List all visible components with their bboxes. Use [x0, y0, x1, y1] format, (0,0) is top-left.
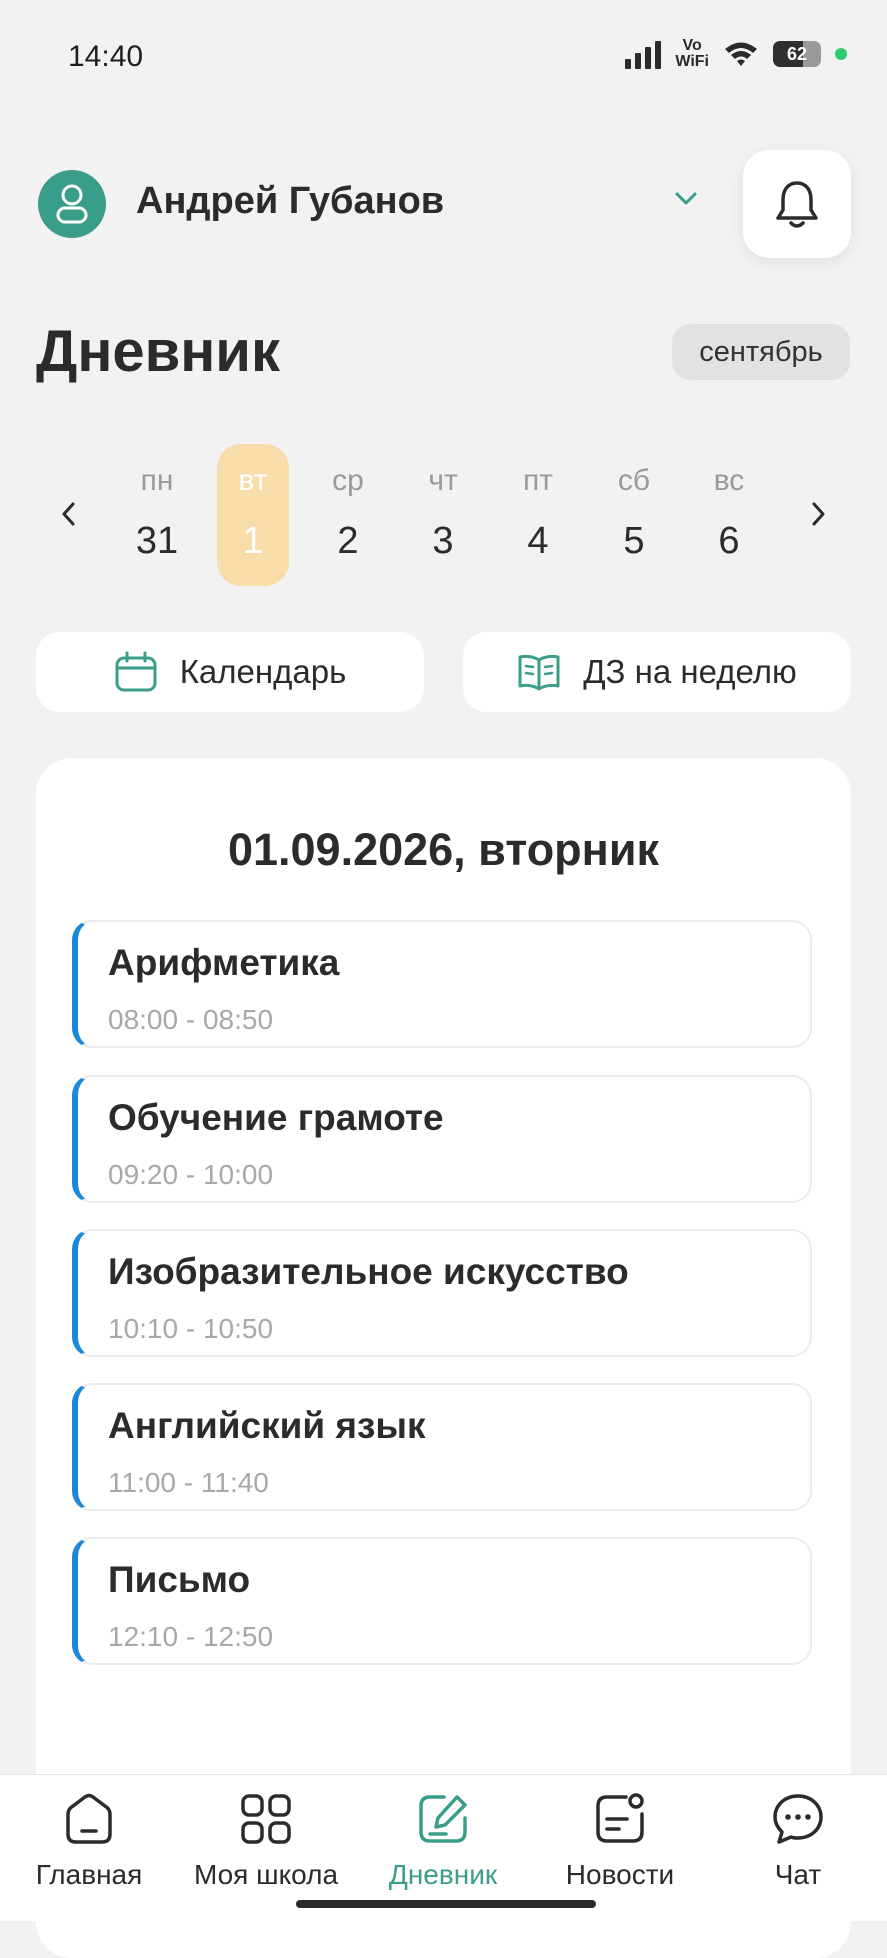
day-number: 2: [337, 520, 359, 562]
lesson-time: 09:20 - 10:00: [108, 1159, 274, 1190]
day-of-week: сб: [617, 464, 651, 497]
lesson-title: Письмо: [108, 1559, 251, 1600]
calendar-button[interactable]: Календарь: [36, 632, 424, 712]
chevron-down-icon[interactable]: [672, 184, 700, 212]
privacy-indicator-icon: [835, 48, 847, 60]
nav-label: Дневник: [388, 1859, 498, 1890]
day-of-week: пн: [140, 464, 174, 497]
next-week-button[interactable]: [799, 494, 839, 534]
calendar-button-label: Календарь: [179, 653, 347, 690]
lesson-title: Арифметика: [108, 942, 340, 983]
lesson-item[interactable]: Английский язык 11:00 - 11:40: [72, 1383, 812, 1511]
vowifi-icon: Vo WiFi: [675, 38, 709, 70]
bottom-nav: Главная Моя школа Дневник Новости Чат: [0, 1774, 887, 1921]
day-number: 6: [718, 520, 740, 562]
lesson-title: Изобразительное искусство: [108, 1251, 629, 1292]
news-icon: [596, 1793, 644, 1843]
day-number: 1: [242, 520, 264, 562]
lesson-item[interactable]: Обучение грамоте 09:20 - 10:00: [72, 1075, 812, 1203]
battery-icon: 62: [773, 41, 821, 67]
status-time: 14:40: [68, 40, 144, 73]
notifications-button[interactable]: [743, 150, 851, 258]
user-icon: [56, 184, 88, 224]
day-of-week: вс: [713, 464, 745, 497]
day-wed[interactable]: ср 2: [312, 444, 384, 586]
nav-label: Новости: [565, 1859, 675, 1890]
day-mon[interactable]: пн 31: [121, 444, 193, 586]
day-number: 4: [527, 520, 549, 562]
lesson-time: 08:00 - 08:50: [108, 1004, 274, 1035]
diary-icon: [419, 1795, 467, 1843]
lesson-title: Английский язык: [108, 1405, 426, 1446]
header: Андрей Губанов: [36, 150, 851, 260]
status-bar: 14:40 Vo WiFi 62: [0, 0, 887, 110]
lesson-time: 12:10 - 12:50: [108, 1621, 274, 1652]
user-name[interactable]: Андрей Губанов: [136, 180, 444, 223]
lesson-time: 10:10 - 10:50: [108, 1313, 274, 1344]
nav-item-my-school[interactable]: Моя школа: [181, 1789, 351, 1891]
lesson-time: 11:00 - 11:40: [108, 1467, 269, 1498]
avatar[interactable]: [38, 170, 106, 238]
lesson-item[interactable]: Изобразительное искусство 10:10 - 10:50: [72, 1229, 812, 1357]
vowifi-label-bottom: WiFi: [675, 53, 709, 70]
signal-icon: [625, 39, 662, 69]
day-of-week: пт: [523, 464, 553, 497]
nav-item-news[interactable]: Новости: [535, 1789, 705, 1891]
nav-item-diary[interactable]: Дневник: [358, 1789, 528, 1891]
weekly-homework-button[interactable]: ДЗ на неделю: [463, 632, 851, 712]
nav-label: Главная: [35, 1859, 143, 1890]
calendar-icon: [115, 651, 157, 692]
chevron-left-icon: [62, 502, 75, 526]
lesson-item[interactable]: Арифметика 08:00 - 08:50: [72, 920, 812, 1048]
day-number: 3: [432, 520, 454, 562]
day-sun[interactable]: вс 6: [693, 444, 765, 586]
nav-item-chat[interactable]: Чат: [713, 1789, 883, 1891]
nav-item-home[interactable]: Главная: [4, 1789, 174, 1891]
lesson-title: Обучение грамоте: [108, 1097, 444, 1138]
lesson-item[interactable]: Письмо 12:10 - 12:50: [72, 1537, 812, 1665]
day-sat[interactable]: сб 5: [598, 444, 670, 586]
day-of-week: ср: [332, 464, 364, 497]
schedule-date: 01.09.2026, вторник: [227, 824, 660, 875]
weekly-homework-label: ДЗ на неделю: [583, 653, 797, 690]
open-book-icon: [518, 654, 560, 691]
bell-icon: [776, 181, 818, 228]
day-of-week: вт: [238, 464, 268, 497]
day-thu[interactable]: чт 3: [407, 444, 479, 586]
day-number: 5: [623, 520, 645, 562]
nav-label: Моя школа: [193, 1859, 339, 1890]
nav-label: Чат: [774, 1859, 822, 1890]
day-of-week: чт: [428, 464, 458, 497]
month-selector[interactable]: сентябрь: [672, 324, 850, 380]
day-tue[interactable]: вт 1: [217, 444, 289, 586]
prev-week-button[interactable]: [48, 494, 88, 534]
home-indicator[interactable]: [296, 1900, 596, 1908]
grid-icon: [241, 1794, 291, 1844]
status-icons: Vo WiFi 62: [625, 38, 847, 70]
week-strip: пн 31 вт 1 ср 2 чт 3 пт 4 сб 5 вс 6: [0, 444, 887, 588]
vowifi-label-top: Vo: [682, 37, 702, 54]
day-number: 31: [135, 520, 179, 562]
page-title: Дневник: [36, 319, 280, 384]
wifi-icon: [725, 42, 757, 66]
chat-icon: [773, 1794, 823, 1844]
chevron-right-icon: [812, 502, 825, 526]
day-fri[interactable]: пт 4: [502, 444, 574, 586]
home-icon: [66, 1793, 112, 1844]
